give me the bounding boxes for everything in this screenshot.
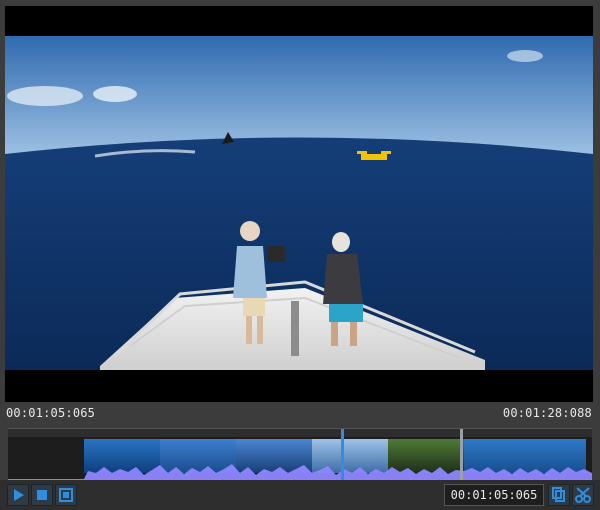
video-editor: 00:01:05:065 00:01:28:088 00:01:05:065 — [0, 0, 600, 510]
stop-icon — [37, 490, 47, 500]
selection-start-time: 00:01:05:065 — [6, 406, 96, 420]
copy-icon — [552, 487, 565, 502]
selection-end-time: 00:01:28:088 — [502, 406, 592, 420]
play-button[interactable] — [7, 484, 29, 506]
scissors-icon — [575, 487, 591, 503]
fullscreen-button[interactable] — [55, 484, 77, 506]
cut-button[interactable] — [572, 484, 594, 506]
play-icon — [14, 489, 24, 501]
copy-button[interactable] — [548, 484, 570, 506]
stop-button[interactable] — [31, 484, 53, 506]
audio-waveform — [8, 464, 592, 481]
selection-end-marker[interactable] — [460, 429, 463, 481]
player-controls: 00:01:05:065 — [0, 480, 600, 510]
fullscreen-icon — [59, 488, 73, 502]
current-time-display: 00:01:05:065 — [444, 484, 544, 506]
video-frame — [5, 36, 593, 370]
video-preview[interactable] — [5, 6, 593, 402]
timeline[interactable] — [8, 428, 592, 481]
playhead[interactable] — [341, 429, 344, 481]
